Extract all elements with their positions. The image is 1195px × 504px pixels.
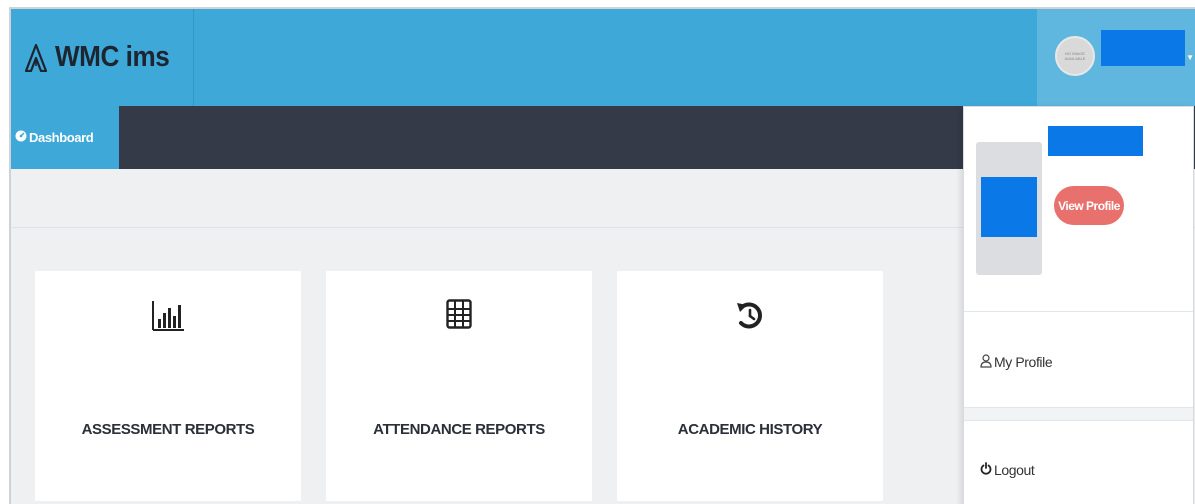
- card-label: ASSESSMENT REPORTS: [81, 421, 255, 438]
- tab-dashboard-label: Dashboard: [29, 130, 94, 145]
- dashboard-icon: [15, 130, 27, 145]
- user-icon: [980, 353, 992, 371]
- menu-item-logout[interactable]: Logout: [964, 455, 1193, 485]
- caret-down-icon: ▼: [1186, 53, 1194, 62]
- menu-item-label: Logout: [994, 462, 1035, 478]
- grid-table-icon: [326, 299, 592, 329]
- tab-dashboard[interactable]: Dashboard: [11, 106, 119, 169]
- card-academic-history[interactable]: ACADEMIC HISTORY: [617, 271, 883, 501]
- brand[interactable]: WMC ims: [11, 9, 194, 106]
- card-attendance-reports[interactable]: ATTENDANCE REPORTS: [326, 271, 592, 501]
- logo-icon: [25, 43, 47, 72]
- divider: [964, 407, 1193, 421]
- app-window: WMC ims NO IMAGE AVAILABLE ▼ Dashboard A…: [9, 7, 1195, 504]
- card-assessment-reports[interactable]: ASSESSMENT REPORTS: [35, 271, 301, 501]
- user-dropdown-menu: View Profile My Profile Logout: [963, 106, 1194, 504]
- dropdown-user-name-redacted: [1048, 126, 1143, 156]
- user-menu-toggle[interactable]: NO IMAGE AVAILABLE ▼: [1037, 9, 1195, 106]
- history-icon: [617, 299, 883, 331]
- power-icon: [980, 462, 992, 478]
- profile-photo-redacted: [981, 177, 1037, 237]
- divider: [964, 311, 1193, 312]
- card-label: ACADEMIC HISTORY: [677, 421, 823, 438]
- card-label: ATTENDANCE REPORTS: [373, 421, 545, 438]
- avatar: NO IMAGE AVAILABLE: [1055, 36, 1095, 76]
- user-name-redacted: [1101, 30, 1185, 66]
- top-header: WMC ims NO IMAGE AVAILABLE ▼: [11, 9, 1195, 106]
- avatar-placeholder-text: NO IMAGE AVAILABLE: [1064, 51, 1086, 61]
- app-name: WMC ims: [55, 41, 170, 73]
- view-profile-button[interactable]: View Profile: [1054, 186, 1124, 225]
- bar-chart-icon: [35, 299, 301, 333]
- menu-item-label: My Profile: [994, 354, 1053, 370]
- menu-item-my-profile[interactable]: My Profile: [964, 347, 1193, 377]
